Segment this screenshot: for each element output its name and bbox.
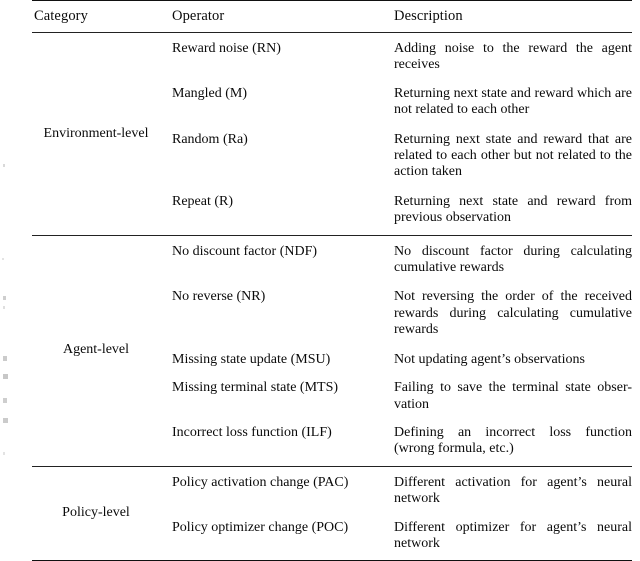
- description-cell: Defining an incorrect loss function (wro…: [394, 424, 632, 457]
- description-cell: Not updating agent’s observations: [394, 351, 585, 367]
- description-cell: Different optimizer for agent’s neural n…: [394, 519, 632, 551]
- operator-cell: Missing terminal state (MTS): [172, 380, 339, 396]
- operator-cell: Policy optimizer change (POC): [172, 519, 349, 535]
- description-cell: Returning next state and reward from pre…: [394, 193, 632, 226]
- description-cell: Not reversing the order of the received …: [394, 289, 632, 338]
- operator-cell: Reward noise (RN): [172, 41, 281, 56]
- column-header-category: Category: [34, 8, 88, 24]
- table-body-environment-level: Environment-level Reward noise (RN) Addi…: [32, 33, 632, 236]
- description-cell: Returning next state and reward that are…: [394, 131, 632, 180]
- operator-cell: Incorrect loss function (ILF): [172, 424, 332, 440]
- description-cell: Returning next state and reward which ar…: [394, 85, 632, 118]
- description-cell: Adding noise to the reward the agent rec…: [394, 41, 632, 73]
- description-cell: No discount factor during calculating cu…: [394, 243, 632, 276]
- table-header-row: Category Operator Description: [32, 0, 632, 33]
- operator-cell: Policy activation change (PAC): [172, 474, 349, 490]
- column-header-description: Description: [394, 8, 463, 24]
- operator-cell: Repeat (R): [172, 193, 234, 209]
- category-cell-agent-level: Agent-level: [62, 342, 130, 358]
- table-body-policy-level: Policy-level Policy activation change (P…: [32, 466, 632, 561]
- mutation-operators-table-container: Category Operator Description Environmen…: [32, 0, 632, 561]
- operator-cell: Mangled (M): [172, 85, 248, 101]
- mutation-operators-table: Category Operator Description Environmen…: [32, 0, 632, 561]
- operator-cell: No discount factor (NDF): [172, 243, 318, 259]
- description-cell: Failing to save the terminal state obser…: [394, 380, 632, 412]
- operator-cell: Random (Ra): [172, 131, 248, 147]
- table-row: Environment-level Reward noise (RN) Addi…: [32, 33, 632, 141]
- table-row: Agent-level No discount factor (NDF) No …: [32, 235, 632, 358]
- table-row: Policy-level Policy activation change (P…: [32, 466, 632, 521]
- scan-artifacts: [0, 0, 14, 512]
- operator-cell: Missing state update (MSU): [172, 351, 331, 367]
- category-cell-policy-level: Policy-level: [62, 505, 130, 521]
- column-header-operator: Operator: [172, 8, 225, 24]
- table-body-agent-level: Agent-level No discount factor (NDF) No …: [32, 235, 632, 467]
- table-header: Category Operator Description: [32, 0, 632, 33]
- category-cell-environment-level: Environment-level: [43, 125, 149, 141]
- operator-cell: No reverse (NR): [172, 289, 266, 305]
- description-cell: Different activation for agent’s neural …: [394, 474, 632, 507]
